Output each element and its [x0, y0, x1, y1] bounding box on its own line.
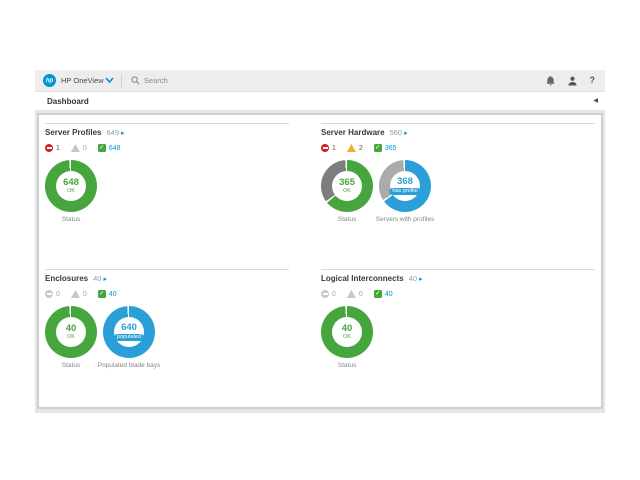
- ok-status-link[interactable]: ✓ 40: [98, 290, 117, 298]
- warning-status-link[interactable]: 0: [71, 144, 87, 152]
- ok-count: 365: [385, 145, 397, 152]
- panel-count-link[interactable]: 649: [106, 128, 124, 137]
- warning-icon: [347, 144, 356, 152]
- help-icon[interactable]: ?: [590, 76, 596, 85]
- ok-icon: ✓: [98, 290, 106, 298]
- donut-chart-status[interactable]: 365OK: [321, 160, 373, 212]
- critical-count: 0: [56, 291, 60, 298]
- donut-sublabel: populated: [114, 334, 144, 342]
- warning-icon: [347, 290, 356, 298]
- donut-caption: Servers with profiles: [376, 216, 435, 223]
- donut-caption: Populated blade bays: [98, 362, 161, 369]
- panel-count-link[interactable]: 560: [390, 128, 408, 137]
- panel-title[interactable]: Server Profiles: [45, 128, 101, 137]
- critical-icon: [45, 290, 53, 298]
- critical-count: 0: [332, 291, 336, 298]
- arrow-right-icon: [101, 274, 107, 283]
- panel-title[interactable]: Logical Interconnects: [321, 274, 404, 283]
- donut-sublabel: OK: [67, 334, 75, 341]
- ok-status-link[interactable]: ✓ 365: [374, 144, 397, 152]
- donut-chart-status[interactable]: 40OK: [321, 306, 373, 358]
- arrow-right-icon: [119, 128, 125, 137]
- donut-caption: Status: [62, 216, 80, 223]
- ok-count: 40: [109, 291, 117, 298]
- top-bar: hp HP OneView ?: [35, 70, 605, 92]
- critical-icon: [321, 144, 329, 152]
- critical-count: 1: [332, 145, 336, 152]
- critical-count: 1: [56, 145, 60, 152]
- donut-value: 368: [397, 177, 413, 187]
- panel-title[interactable]: Server Hardware: [321, 128, 385, 137]
- search-box: [122, 70, 546, 91]
- ok-icon: ✓: [374, 144, 382, 152]
- donut-chart-status[interactable]: 40OK: [45, 306, 97, 358]
- warning-count: 2: [359, 145, 363, 152]
- donut-sublabel: OK: [67, 188, 75, 195]
- critical-icon: [321, 290, 329, 298]
- collapse-panel-icon[interactable]: ◀: [593, 98, 598, 104]
- donut-value: 365: [339, 178, 355, 188]
- dashboard-content: Server Profiles 649 1 0 ✓ 648: [35, 111, 605, 413]
- panel-logical-interconnects: Logical Interconnects 40 0 0 ✓ 40: [321, 269, 595, 369]
- warning-status-link[interactable]: 0: [347, 290, 363, 298]
- panel-count-link[interactable]: 40: [409, 274, 423, 283]
- bell-icon[interactable]: [546, 76, 555, 86]
- search-icon: [131, 76, 140, 85]
- warning-icon: [71, 144, 80, 152]
- main-menu[interactable]: hp HP OneView: [35, 70, 121, 91]
- dashboard-card: Server Profiles 649 1 0 ✓ 648: [37, 113, 603, 409]
- topbar-actions: ?: [546, 76, 596, 86]
- ok-count: 40: [385, 291, 393, 298]
- warning-status-link[interactable]: 0: [71, 290, 87, 298]
- panel-title[interactable]: Enclosures: [45, 274, 88, 283]
- user-icon[interactable]: [568, 76, 577, 86]
- critical-status-link[interactable]: 0: [45, 290, 60, 298]
- ok-icon: ✓: [374, 290, 382, 298]
- critical-icon: [45, 144, 53, 152]
- warning-icon: [71, 290, 80, 298]
- donut-sublabel: OK: [343, 334, 351, 341]
- donut-value: 40: [342, 324, 353, 334]
- panel-server-profiles: Server Profiles 649 1 0 ✓ 648: [45, 123, 289, 223]
- warning-count: 0: [83, 291, 87, 298]
- donut-sublabel: OK: [343, 188, 351, 195]
- breadcrumb-row: Dashboard ◀: [35, 92, 605, 111]
- warning-count: 0: [359, 291, 363, 298]
- donut-value: 648: [63, 178, 79, 188]
- arrow-right-icon: [417, 274, 423, 283]
- donut-value: 40: [66, 324, 77, 334]
- chevron-down-icon[interactable]: [105, 77, 114, 84]
- donut-caption: Status: [338, 362, 356, 369]
- ok-status-link[interactable]: ✓ 648: [98, 144, 121, 152]
- page-background: hp HP OneView ? Dashboard ◀ Server Profi: [0, 0, 640, 480]
- warning-count: 0: [83, 145, 87, 152]
- critical-status-link[interactable]: 1: [321, 144, 336, 152]
- ok-count: 648: [109, 145, 121, 152]
- ok-icon: ✓: [98, 144, 106, 152]
- hp-oneview-app: hp HP OneView ? Dashboard ◀ Server Profi: [35, 70, 605, 414]
- donut-caption: Status: [62, 362, 80, 369]
- arrow-right-icon: [402, 128, 408, 137]
- panel-enclosures: Enclosures 40 0 0 ✓ 40: [45, 269, 289, 369]
- donut-chart-profiles[interactable]: 368has profile: [379, 160, 431, 212]
- search-input[interactable]: [144, 76, 344, 85]
- donut-caption: Status: [338, 216, 356, 223]
- donut-sublabel: has profile: [389, 188, 420, 196]
- ok-status-link[interactable]: ✓ 40: [374, 290, 393, 298]
- page-title: Dashboard: [47, 97, 89, 106]
- donut-chart-blade-bays[interactable]: 640populated: [103, 306, 155, 358]
- panel-server-hardware: Server Hardware 560 1 2 ✓ 365: [321, 123, 595, 223]
- brand-label: HP OneView: [61, 76, 104, 85]
- critical-status-link[interactable]: 0: [321, 290, 336, 298]
- hp-logo-icon: hp: [43, 74, 56, 87]
- donut-chart-status[interactable]: 648OK: [45, 160, 97, 212]
- panel-count-link[interactable]: 40: [93, 274, 107, 283]
- critical-status-link[interactable]: 1: [45, 144, 60, 152]
- donut-value: 640: [121, 323, 137, 333]
- warning-status-link[interactable]: 2: [347, 144, 363, 152]
